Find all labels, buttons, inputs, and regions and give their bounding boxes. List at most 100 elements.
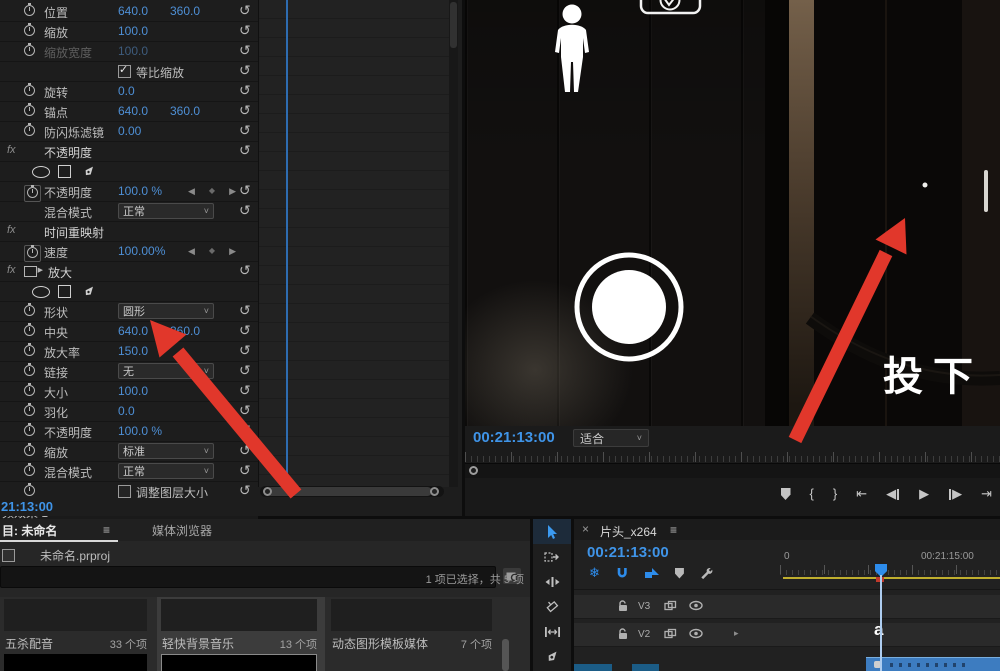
stopwatch-toggle[interactable] [24, 385, 35, 399]
next-keyframe-icon[interactable]: ▶ [229, 244, 236, 258]
add-marker-button[interactable] [781, 488, 791, 500]
goto-in-button[interactable]: ⇤ [856, 487, 867, 501]
checkbox[interactable] [118, 65, 131, 78]
nest-toggle-icon[interactable]: ❄ [589, 565, 600, 581]
stopwatch-toggle[interactable] [24, 405, 35, 419]
stopwatch-toggle[interactable] [24, 45, 35, 59]
reset-parameter-button[interactable]: ↺ [239, 63, 251, 78]
play-button[interactable]: ▶ [919, 487, 929, 501]
property-value[interactable]: 0.0 [118, 84, 135, 98]
property-value[interactable]: 0.00 [118, 124, 141, 138]
ellipse-mask-icon[interactable] [32, 166, 50, 178]
program-scrubber[interactable] [465, 463, 1000, 478]
reset-parameter-button[interactable]: ↺ [239, 423, 251, 438]
stopwatch-toggle[interactable] [24, 365, 35, 379]
property-value[interactable]: 360.0 [170, 324, 200, 338]
timeline-clip[interactable] [866, 657, 1000, 671]
stopwatch-toggle[interactable] [24, 325, 35, 339]
tab-sequence[interactable]: 片头_x264 [600, 523, 657, 540]
ellipse-mask-icon[interactable] [32, 286, 50, 298]
property-value[interactable]: 360.0 [170, 4, 200, 18]
stopwatch-toggle[interactable] [24, 305, 35, 319]
selection-tool[interactable] [533, 519, 571, 544]
property-value[interactable]: 0.0 [118, 404, 135, 418]
sync-lock-icon[interactable] [664, 600, 677, 615]
project-file-name[interactable]: 未命名.prproj [40, 547, 110, 564]
stopwatch-toggle[interactable] [24, 425, 35, 439]
stopwatch-toggle[interactable] [24, 345, 35, 359]
add-keyframe-icon[interactable]: ◆ [209, 244, 215, 258]
bin-item[interactable]: 动态图形模板媒体7 个项 [327, 597, 500, 671]
timeline-clip[interactable] [632, 664, 659, 671]
property-value[interactable]: 640.0 [118, 324, 148, 338]
prev-keyframe-icon[interactable]: ◀ [188, 244, 195, 258]
reset-parameter-button[interactable]: ↺ [239, 443, 251, 458]
scrollbar-left-knob[interactable] [263, 487, 272, 496]
property-value[interactable]: 100.0 [118, 24, 148, 38]
step-back-button[interactable]: ◀ [886, 487, 900, 501]
timeline-playhead-line[interactable] [880, 575, 882, 671]
stopwatch-toggle[interactable] [24, 125, 35, 139]
reset-parameter-button[interactable]: ↺ [239, 43, 251, 58]
reset-parameter-button[interactable]: ↺ [239, 23, 251, 38]
stopwatch-toggle[interactable] [24, 245, 41, 262]
property-value[interactable]: 640.0 [118, 4, 148, 18]
reset-parameter-button[interactable]: ↺ [239, 83, 251, 98]
slip-tool[interactable] [533, 619, 571, 644]
project-search-input[interactable] [0, 566, 496, 588]
tab-project[interactable]: 目: 未命名 [2, 522, 57, 539]
prev-keyframe-icon[interactable]: ◀ [188, 184, 195, 198]
reset-parameter-button[interactable]: ↺ [239, 3, 251, 18]
bin-item[interactable]: 五杀配音33 个项 [0, 597, 155, 671]
property-value[interactable]: 100.00% [118, 244, 165, 258]
stopwatch-toggle[interactable] [24, 105, 35, 119]
sync-lock-icon[interactable] [664, 628, 677, 643]
add-marker-icon[interactable] [675, 568, 684, 579]
reset-parameter-button[interactable]: ↺ [239, 143, 251, 158]
timeline-settings-wrench-icon[interactable] [699, 566, 714, 581]
program-monitor-video[interactable]: 投下 [465, 0, 1000, 426]
rect-mask-icon[interactable] [58, 285, 71, 298]
reset-parameter-button[interactable]: ↺ [239, 343, 251, 358]
panel-menu-icon[interactable]: ≡ [103, 523, 110, 537]
stopwatch-toggle[interactable] [24, 445, 35, 459]
zoom-level-dropdown[interactable]: 适合 ˅ [573, 429, 649, 447]
property-dropdown[interactable]: 无˅ [118, 363, 214, 379]
pen-mask-icon[interactable] [78, 282, 98, 303]
stopwatch-toggle[interactable] [24, 25, 35, 39]
reset-parameter-button[interactable]: ↺ [239, 483, 251, 498]
next-keyframe-icon[interactable]: ▶ [229, 184, 236, 198]
program-timecode[interactable]: 00:21:13:00 [473, 429, 555, 446]
reset-parameter-button[interactable]: ↺ [239, 363, 251, 378]
property-value[interactable]: 100.0 [118, 44, 148, 58]
mini-timeline-playhead[interactable] [286, 0, 288, 487]
scrollbar-handle[interactable] [450, 2, 457, 48]
timeline-ruler[interactable] [780, 565, 1000, 576]
effect-controls-timecode[interactable]: 21:13:00 [1, 499, 53, 514]
reset-parameter-button[interactable]: ↺ [239, 323, 251, 338]
reset-parameter-button[interactable]: ↺ [239, 203, 251, 218]
timeline-clip[interactable] [574, 664, 612, 671]
scrubber-knob[interactable] [469, 466, 478, 475]
stopwatch-toggle[interactable] [24, 5, 35, 19]
effect-controls-horizontal-scrollbar[interactable] [260, 486, 444, 497]
mark-out-button[interactable]: } [833, 487, 837, 501]
track-output-eye-icon[interactable] [689, 600, 703, 614]
project-scrollbar-handle[interactable] [502, 639, 509, 671]
property-value[interactable]: 100.0 [118, 384, 148, 398]
reset-parameter-button[interactable]: ↺ [239, 123, 251, 138]
snap-magnet-icon[interactable] [615, 566, 629, 580]
checkbox[interactable] [118, 485, 131, 498]
track-select-forward-tool[interactable] [533, 544, 571, 569]
stopwatch-toggle[interactable] [24, 85, 35, 99]
tab-media-browser[interactable]: 媒体浏览器 [152, 522, 212, 539]
mark-in-button[interactable]: { [810, 487, 814, 501]
track-name[interactable]: V3 [638, 601, 650, 612]
track-lock-icon[interactable] [617, 628, 628, 643]
property-dropdown[interactable]: 圆形˅ [118, 303, 214, 319]
reset-parameter-button[interactable]: ↺ [239, 303, 251, 318]
reset-parameter-button[interactable]: ↺ [239, 263, 251, 278]
pen-mask-icon[interactable] [78, 162, 98, 183]
property-value[interactable]: 100.0 % [118, 424, 162, 438]
property-value[interactable]: 360.0 [170, 104, 200, 118]
